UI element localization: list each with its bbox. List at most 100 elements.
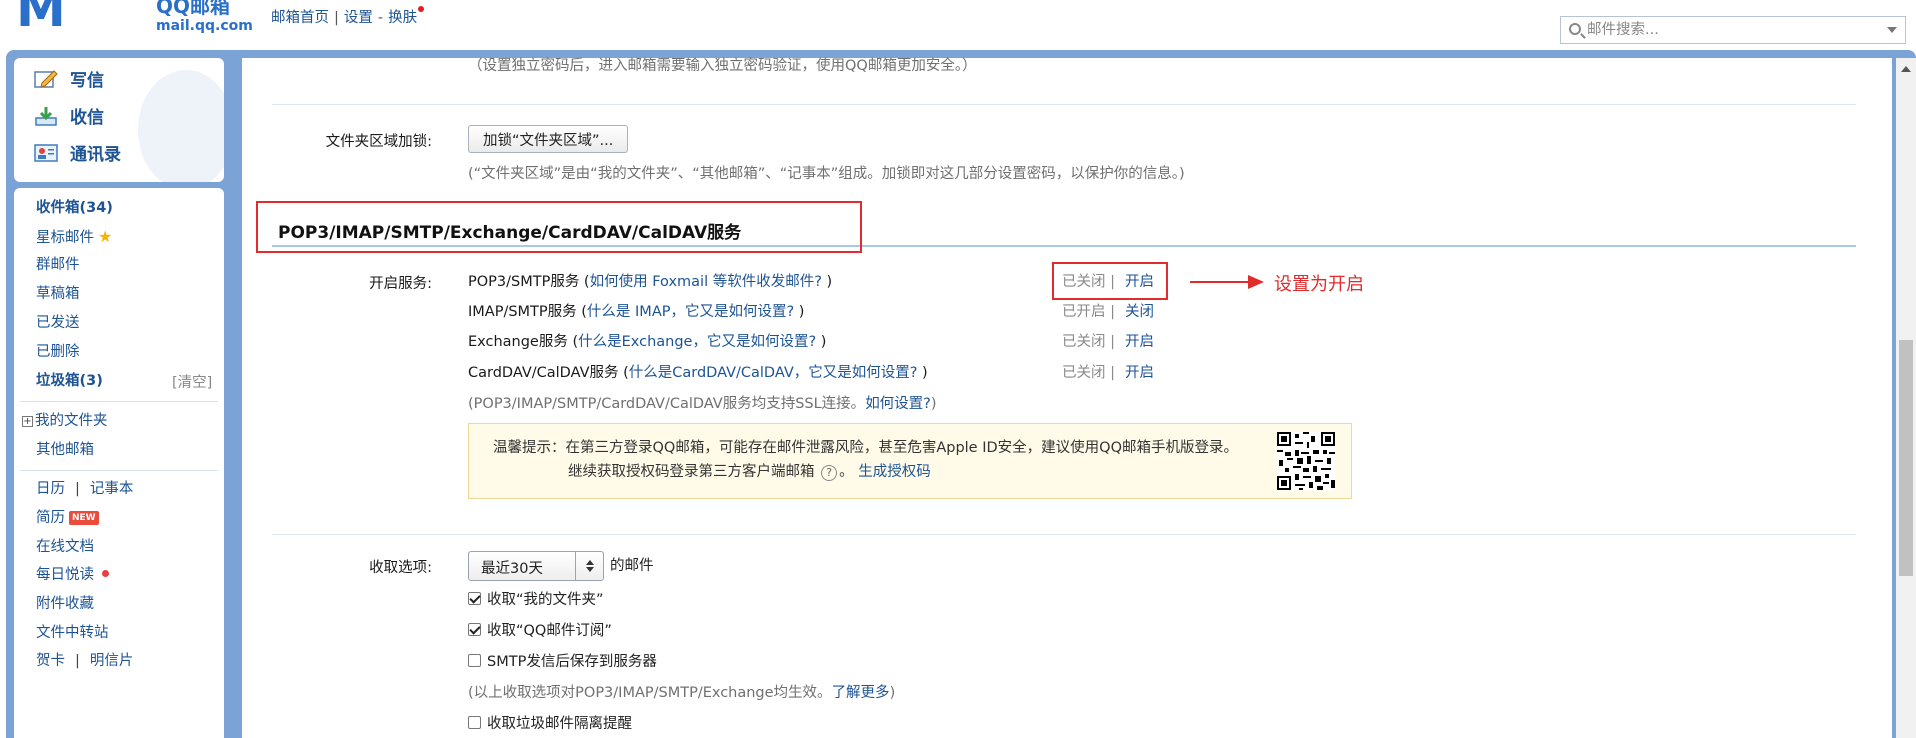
service-name: CardDAV/CalDAV服务 ( (468, 365, 629, 381)
expand-icon[interactable]: + (22, 416, 33, 427)
service-help-link[interactable]: 如何使用 Foxmail 等软件收发邮件? (590, 274, 822, 290)
divider (272, 534, 1856, 535)
option-my-folders[interactable]: 收取“我的文件夹” (468, 588, 604, 609)
new-badge: NEW (69, 511, 99, 525)
vertical-scrollbar[interactable] (1896, 58, 1916, 738)
star-icon: ★ (98, 227, 113, 246)
sidebar-item-file-transfer[interactable]: 文件中转站 (36, 623, 109, 643)
divider (272, 104, 1856, 105)
contacts-icon (34, 144, 58, 162)
settings-content: （设置独立密码后，进入邮箱需要输入独立密码验证，使用QQ邮箱更加安全。） 文件夹… (242, 58, 1892, 738)
settings-link[interactable]: 设置 (344, 10, 373, 26)
sidebar-item-daily-read-label: 每日悦读 (36, 567, 94, 583)
compose-label: 写信 (70, 71, 104, 91)
select-arrows-icon (575, 552, 603, 580)
folder-sidebar: 收件箱(34) 星标邮件 ★ 群邮件 草稿箱 已发送 已删除 垃圾箱(3) [清空… (14, 188, 224, 738)
sidebar-item-notes[interactable]: 记事本 (90, 481, 134, 497)
search-dropdown-icon[interactable] (1887, 27, 1897, 33)
section-title-highlight (256, 201, 862, 253)
receive-range-select[interactable]: 最近30天 (468, 551, 604, 581)
checkbox-checked[interactable] (468, 623, 481, 636)
sidebar-item-inbox[interactable]: 收件箱(34) (36, 198, 113, 218)
service-help-link[interactable]: 什么是 IMAP，它又是如何设置? (587, 304, 794, 320)
qr-code-icon (1277, 432, 1335, 490)
logo-domain: mail.qq.com (156, 18, 253, 34)
sidebar-item-calendar[interactable]: 日历 (36, 481, 65, 497)
tip-line-2: 继续获取授权码登录第三方客户端邮箱 ?。 生成授权码 (568, 464, 931, 481)
contacts-button[interactable]: 通讯录 (34, 142, 121, 168)
top-links: 邮箱首页 | 设置 - 换肤 (271, 6, 425, 27)
password-note: （设置独立密码后，进入邮箱需要输入独立密码验证，使用QQ邮箱更加安全。） (468, 58, 977, 74)
service-row-imap: IMAP/SMTP服务 (什么是 IMAP，它又是如何设置? ) (468, 304, 805, 320)
help-icon[interactable]: ? (821, 465, 838, 481)
tip-text: 温馨提示：在第三方登录QQ邮箱，可能存在邮件泄露风险，甚至危害Apple ID安… (493, 436, 1238, 484)
ssl-note: (POP3/IMAP/SMTP/CardDAV/CalDAV服务均支持SSL连接… (468, 396, 937, 412)
receive-options-label: 收取选项: (369, 560, 432, 576)
qq-mail-logo[interactable]: M QQ邮箱 mail.qq.com (16, 0, 253, 34)
receive-icon (35, 107, 57, 126)
sidebar-item-attachments[interactable]: 附件收藏 (36, 594, 94, 614)
toggle-imap-button[interactable]: 关闭 (1125, 304, 1154, 320)
sidebar-item-starred-label: 星标邮件 (36, 230, 94, 246)
sidebar-item-other-mailbox[interactable]: 其他邮箱 (36, 440, 94, 460)
folder-lock-label: 文件夹区域加锁: (325, 134, 432, 150)
sidebar-item-deleted[interactable]: 已删除 (36, 342, 80, 362)
sidebar-item-drafts[interactable]: 草稿箱 (36, 284, 80, 304)
sidebar-item-sent[interactable]: 已发送 (36, 313, 80, 333)
sidebar-item-my-folders-label: 我的文件夹 (35, 413, 108, 429)
contacts-label: 通讯录 (70, 145, 121, 165)
option-spam-reminder[interactable]: 收取垃圾邮件隔离提醒 (468, 712, 632, 733)
checkbox-unchecked[interactable] (468, 654, 481, 667)
lock-folder-area-button[interactable]: 加锁“文件夹区域”... (468, 125, 629, 153)
sidebar-item-starred[interactable]: 星标邮件 ★ (36, 227, 112, 247)
skin-notify-dot (418, 6, 425, 12)
scrollbar-thumb[interactable] (1899, 340, 1913, 576)
sidebar-item-group[interactable]: 群邮件 (36, 255, 80, 275)
annotation-arrow-icon (1190, 275, 1264, 289)
status-text: 已开启 (1062, 304, 1106, 320)
receive-button[interactable]: 收信 (34, 105, 104, 131)
clear-spam-link[interactable]: [清空] (172, 371, 212, 392)
unread-dot-icon (102, 570, 109, 577)
receive-suffix: 的邮件 (610, 558, 654, 574)
service-status-exchange: 已关闭 | 开启 (1062, 334, 1154, 350)
sidebar-item-spam[interactable]: 垃圾箱(3) (36, 371, 103, 391)
sidebar-item-online-docs[interactable]: 在线文档 (36, 537, 94, 557)
compose-button[interactable]: 写信 (34, 68, 104, 94)
generate-auth-code-link[interactable]: 生成授权码 (858, 464, 931, 480)
sidebar-item-greeting-card[interactable]: 贺卡 (36, 653, 65, 669)
checkbox-unchecked[interactable] (468, 716, 481, 729)
service-help-link[interactable]: 什么是CardDAV/CalDAV，它又是如何设置? (629, 365, 918, 381)
sidebar-divider (20, 401, 218, 402)
service-row-carddav: CardDAV/CalDAV服务 (什么是CardDAV/CalDAV，它又是如… (468, 365, 928, 381)
service-status-imap: 已开启 | 关闭 (1062, 304, 1154, 320)
toggle-carddav-button[interactable]: 开启 (1125, 365, 1154, 381)
sidebar-row-calendar-notes: 日历 | 记事本 (36, 481, 134, 497)
toggle-exchange-button[interactable]: 开启 (1125, 334, 1154, 350)
sidebar-item-postcard[interactable]: 明信片 (90, 653, 134, 669)
logo-brand: QQ邮箱 mail.qq.com (156, 0, 253, 36)
checkbox-checked[interactable] (468, 592, 481, 605)
quick-actions-panel: 写信 收信 通讯录 (14, 58, 224, 182)
option-smtp-save[interactable]: SMTP发信后保存到服务器 (468, 650, 657, 671)
sidebar-divider (20, 470, 218, 471)
options-note: (以上收取选项对POP3/IMAP/SMTP/Exchange均生效。了解更多) (468, 685, 896, 701)
skin-link[interactable]: 换肤 (388, 10, 417, 26)
security-tip-box: 温馨提示：在第三方登录QQ邮箱，可能存在邮件泄露风险，甚至危害Apple ID安… (468, 423, 1352, 499)
service-status-carddav: 已关闭 | 开启 (1062, 365, 1154, 381)
annotation-text: 设置为开启 (1274, 274, 1364, 295)
learn-more-link[interactable]: 了解更多 (832, 685, 890, 701)
ssl-help-link[interactable]: 如何设置? (865, 396, 931, 412)
sidebar-item-resume[interactable]: 简历 NEW (36, 508, 99, 528)
service-help-link[interactable]: 什么是Exchange，它又是如何设置? (578, 334, 816, 350)
home-link[interactable]: 邮箱首页 (271, 10, 329, 26)
search-input[interactable] (1587, 19, 1867, 41)
sidebar-item-resume-label: 简历 (36, 510, 65, 526)
service-name: POP3/SMTP服务 ( (468, 274, 590, 290)
scroll-up-icon[interactable] (1901, 66, 1911, 72)
sidebar-item-daily-read[interactable]: 每日悦读 (36, 565, 109, 585)
option-qq-subscription[interactable]: 收取“QQ邮件订阅” (468, 619, 612, 640)
sidebar-row-cards: 贺卡 | 明信片 (36, 653, 134, 669)
sidebar-item-my-folders[interactable]: + 我的文件夹 (22, 411, 108, 431)
service-row-exchange: Exchange服务 (什么是Exchange，它又是如何设置? ) (468, 334, 827, 350)
